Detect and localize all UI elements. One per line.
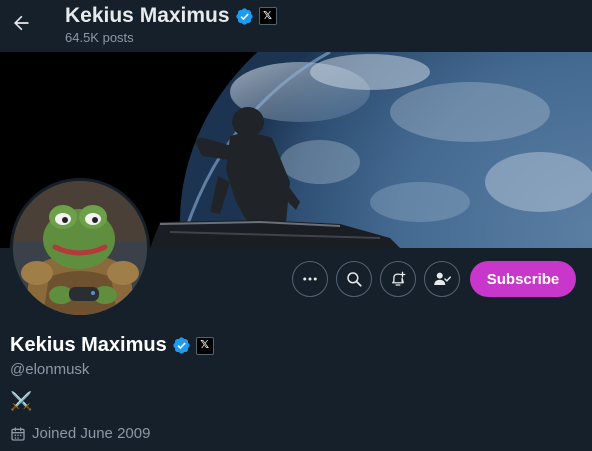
search-button[interactable] [336, 261, 372, 297]
profile-display-name: Kekius Maximus [10, 334, 167, 356]
back-button[interactable] [6, 8, 36, 38]
profile-header: Kekius Maximus 𝕏 64.5K posts [0, 0, 592, 52]
verified-badge-icon [235, 7, 253, 25]
header-posts-count: 64.5K posts [65, 30, 134, 45]
more-dots-icon [303, 277, 317, 281]
profile-avatar[interactable] [10, 178, 150, 318]
more-button[interactable] [292, 261, 328, 297]
notify-button[interactable] [380, 261, 416, 297]
search-icon [347, 272, 362, 287]
affiliate-badge[interactable]: 𝕏 [195, 336, 214, 355]
profile-name-row: Kekius Maximus 𝕏 [10, 334, 214, 357]
joined-date-row: Joined June 2009 [10, 425, 150, 442]
profile-actions: Subscribe [292, 261, 576, 297]
calendar-icon [11, 426, 25, 441]
arrow-left-icon [14, 15, 29, 31]
user-check-icon [434, 272, 451, 285]
following-button[interactable] [424, 261, 460, 297]
profile-handle: @elonmusk [10, 361, 90, 378]
frog-warrior-avatar [13, 181, 147, 315]
affiliate-badge: 𝕏 [258, 7, 277, 25]
header-display-name: Kekius Maximus [65, 4, 230, 27]
bell-plus-icon [392, 271, 406, 286]
joined-date-text: Joined June 2009 [32, 425, 151, 442]
header-display-name-row: Kekius Maximus 𝕏 [65, 4, 277, 28]
subscribe-button[interactable]: Subscribe [470, 261, 576, 297]
profile-bio: ⚔️ [10, 391, 33, 411]
verified-badge-icon[interactable] [172, 336, 191, 355]
